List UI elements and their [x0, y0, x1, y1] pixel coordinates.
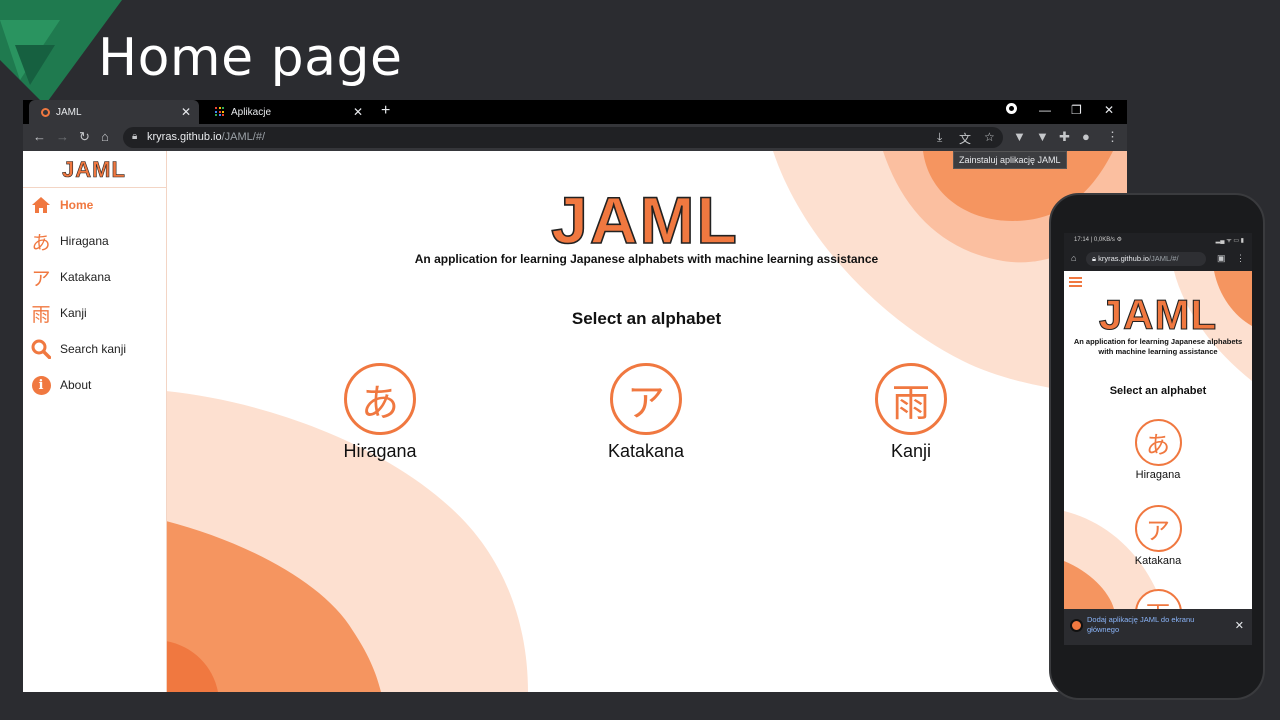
slide-title: Home page — [98, 28, 403, 88]
tab-jaml[interactable]: JAML ✕ — [29, 100, 199, 124]
phone-alphabet-katakana[interactable]: ア Katakana — [1118, 505, 1198, 567]
nav-item-katakana[interactable]: ア Katakana — [30, 265, 160, 290]
phone-tagline: An application for learning Japanese alp… — [1073, 337, 1243, 356]
tab-label: JAML — [56, 106, 82, 118]
tab-aplikacje[interactable]: Aplikacje ✕ — [203, 100, 371, 124]
install-tooltip: Zainstaluj aplikację JAML — [953, 151, 1067, 169]
close-tab-icon[interactable]: ✕ — [353, 105, 363, 119]
forward-icon[interactable]: → — [56, 129, 69, 145]
nav-item-home[interactable]: Home — [30, 193, 160, 217]
hiragana-circle-icon: あ — [344, 363, 416, 435]
nav-label: Katakana — [60, 270, 111, 284]
phone-status-bar: 17:14 | 0,0KB/s ⚙ ▂▄ ᯤ ▭ ▮ — [1064, 233, 1252, 247]
page-viewport: JAML Home あ Hiragana ア Katakana 雨 Kanji — [23, 151, 1127, 692]
phone-url-bar: ⌂ 🔒︎ kryras.github.io/JAML/#/ ▣ ⋮ — [1064, 247, 1252, 271]
phone-address-bar[interactable]: 🔒︎ kryras.github.io/JAML/#/ — [1086, 252, 1206, 266]
alphabet-label: Hiragana — [343, 441, 417, 461]
alphabet-card-kanji[interactable]: 雨 Kanji — [851, 363, 971, 462]
tagline: An application for learning Japanese alp… — [414, 252, 879, 266]
phone-alphabet-hiragana[interactable]: あ Hiragana — [1118, 419, 1198, 481]
katakana-circle-icon: ア — [610, 363, 682, 435]
jaml-app-icon — [1070, 619, 1083, 632]
menu-kebab-icon[interactable]: ⋮ — [1106, 129, 1119, 145]
alphabet-card-hiragana[interactable]: あ Hiragana — [320, 363, 440, 462]
jaml-logo-small: JAML — [62, 157, 126, 181]
bookmark-star-icon[interactable]: ☆ — [984, 130, 995, 144]
jaml-favicon-icon — [41, 107, 50, 117]
info-icon: i — [30, 374, 52, 396]
profile-dot-icon[interactable] — [1006, 103, 1017, 114]
nav-label: Hiragana — [60, 234, 109, 248]
phone-screen: 17:14 | 0,0KB/s ⚙ ▂▄ ᯤ ▭ ▮ ⌂ 🔒︎ kryras.g… — [1064, 233, 1252, 645]
alphabet-card-katakana[interactable]: ア Katakana — [586, 363, 706, 462]
nav-label: About — [60, 378, 92, 392]
nav-label: Search kanji — [60, 342, 127, 356]
extensions-puzzle-icon[interactable]: ✚ — [1059, 129, 1070, 145]
home-button-icon[interactable]: ⌂ — [101, 129, 109, 145]
extension-v-icon[interactable]: ▼ — [1013, 129, 1026, 145]
lock-icon: 🔒︎ — [132, 131, 138, 142]
nav-label: Home — [60, 198, 94, 212]
add-to-homescreen-banner[interactable]: Dodaj aplikację JAML do ekranu głównego … — [1064, 609, 1252, 645]
sidebar: JAML Home あ Hiragana ア Katakana 雨 Kanji — [23, 151, 167, 692]
home-icon — [30, 194, 52, 216]
minimize-button[interactable]: — — [1039, 103, 1051, 117]
nav-item-search-kanji[interactable]: Search kanji — [30, 337, 160, 361]
banner-text: Dodaj aplikację JAML do ekranu głównego — [1087, 615, 1195, 634]
search-icon — [30, 338, 52, 360]
kanji-circle-icon: 雨 — [875, 363, 947, 435]
apps-grid-icon — [215, 107, 225, 117]
select-alphabet-title: Select an alphabet — [571, 309, 722, 328]
katakana-circle-icon: ア — [1134, 505, 1182, 552]
reload-icon[interactable]: ↻ — [79, 129, 90, 145]
address-bar[interactable]: 🔒︎ kryras.github.io/JAML/#/ ⤓ 文 ☆ — [123, 127, 1003, 148]
alphabet-label: Katakana — [607, 441, 685, 461]
extension-v2-icon[interactable]: ▼ — [1036, 129, 1049, 145]
jaml-logo-phone: JAML — [1098, 291, 1217, 335]
kanji-circle-icon: 雨 — [1134, 589, 1182, 609]
jaml-logo-large: JAML — [550, 182, 739, 253]
browser-toolbar: ← → ↻ ⌂ 🔒︎ kryras.github.io/JAML/#/ ⤓ 文 … — [23, 124, 1127, 151]
translate-icon[interactable]: 文 — [959, 130, 971, 147]
url-text: kryras.github.io/JAML/#/ — [147, 131, 265, 143]
new-tab-button[interactable]: + — [381, 102, 390, 120]
close-window-button[interactable]: ✕ — [1104, 103, 1114, 117]
nav-item-kanji[interactable]: 雨 Kanji — [30, 301, 160, 326]
install-app-icon[interactable]: ⤓ — [937, 130, 942, 145]
home-button-icon[interactable]: ⌂ — [1071, 253, 1076, 263]
hiragana-circle-icon: あ — [1134, 419, 1182, 466]
close-banner-icon[interactable]: ✕ — [1235, 619, 1244, 632]
phone-viewport: JAML An application for learning Japanes… — [1064, 271, 1252, 609]
tab-label: Aplikacje — [231, 106, 272, 118]
katakana-a-icon: ア — [31, 268, 51, 290]
tab-strip: JAML ✕ Aplikacje ✕ + — ❐ ✕ — [23, 100, 1127, 124]
menu-kebab-icon[interactable]: ⋮ — [1236, 253, 1245, 264]
phone-select-title: Select an alphabet — [1109, 385, 1207, 397]
maximize-button[interactable]: ❐ — [1071, 103, 1082, 117]
phone-mockup: 17:14 | 0,0KB/s ⚙ ▂▄ ᯤ ▭ ▮ ⌂ 🔒︎ kryras.g… — [1049, 193, 1265, 700]
hiragana-a-icon: あ — [31, 232, 51, 254]
nav-item-hiragana[interactable]: あ Hiragana — [30, 229, 160, 254]
back-icon[interactable]: ← — [33, 129, 46, 145]
svg-text:JAML: JAML — [62, 157, 126, 181]
hamburger-menu-icon[interactable] — [1069, 277, 1082, 287]
main-content: JAML An application for learning Japanes… — [166, 151, 1127, 692]
close-tab-icon[interactable]: ✕ — [181, 105, 191, 119]
svg-text:JAML: JAML — [551, 183, 739, 253]
nav-item-about[interactable]: i About — [30, 373, 160, 397]
svg-text:JAML: JAML — [1099, 291, 1217, 335]
desktop-browser-window: JAML ✕ Aplikacje ✕ + — ❐ ✕ ← → ↻ ⌂ � — [23, 100, 1127, 692]
tabs-count-icon[interactable]: ▣ — [1217, 253, 1226, 264]
alphabet-label: Kanji — [890, 441, 932, 461]
kanji-rain-icon: 雨 — [31, 304, 51, 326]
nav-label: Kanji — [60, 306, 87, 320]
phone-alphabet-kanji[interactable]: 雨 — [1118, 589, 1198, 609]
account-icon[interactable]: ● — [1082, 129, 1090, 145]
